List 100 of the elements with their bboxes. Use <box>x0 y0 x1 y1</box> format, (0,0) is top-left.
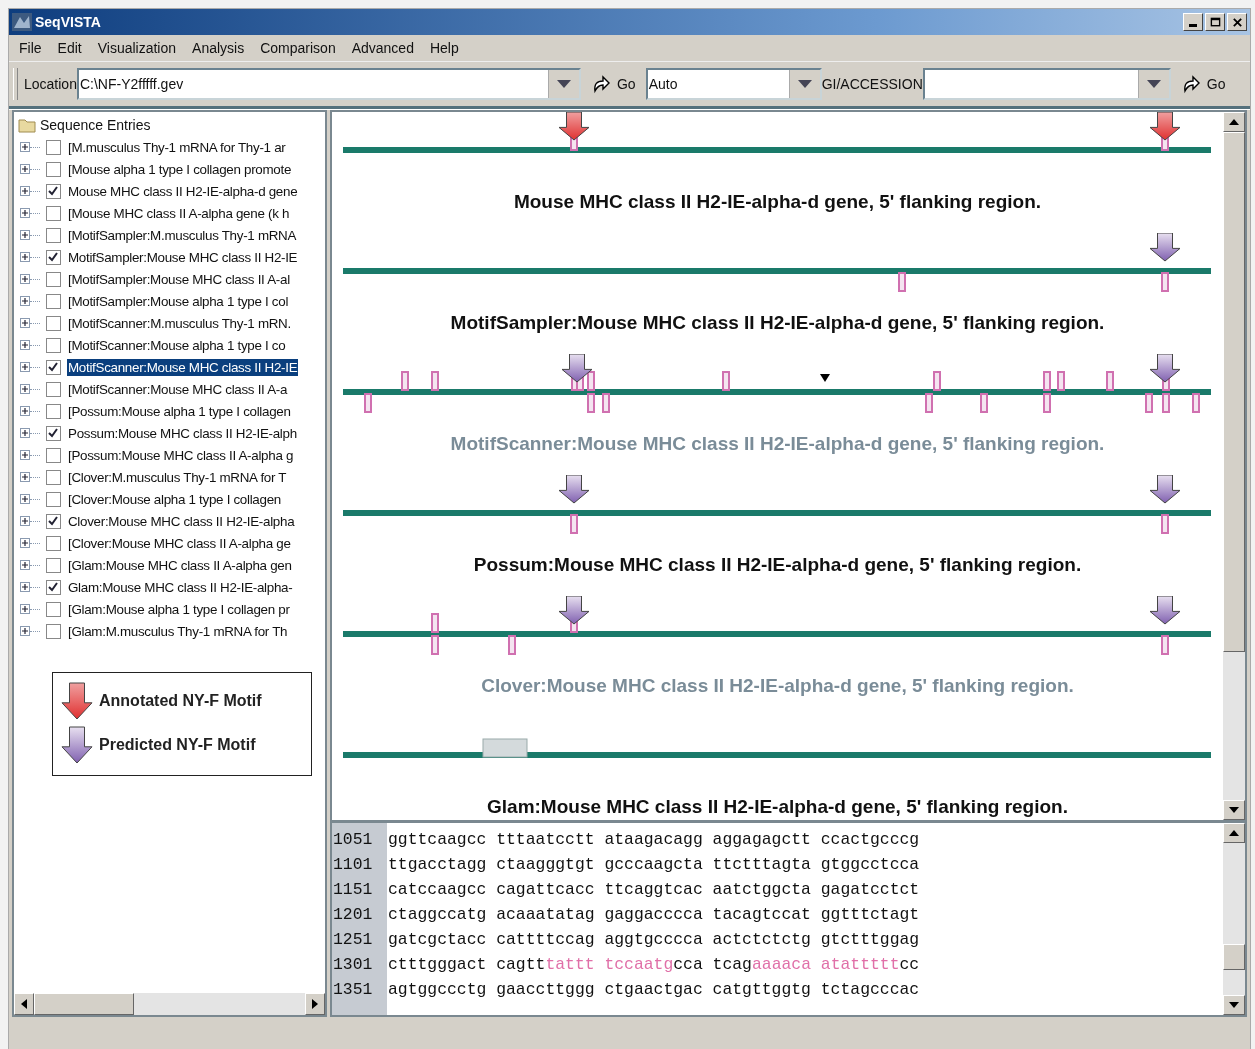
tree-item[interactable]: [Glam:Mouse MHC class II A-alpha gen <box>67 556 293 574</box>
tree-item[interactable]: [MotifSampler:Mouse alpha 1 type I col <box>67 292 290 310</box>
expand-icon[interactable] <box>20 362 30 372</box>
expand-icon[interactable] <box>20 560 30 570</box>
go-button[interactable]: Go <box>1170 68 1236 100</box>
tree-item[interactable]: [Glam:M.musculus Thy-1 mRNA for Th <box>67 622 289 640</box>
expand-icon[interactable] <box>20 186 30 196</box>
checkbox[interactable] <box>46 337 61 353</box>
go-button[interactable]: Go <box>580 68 646 100</box>
dropdown-button[interactable] <box>547 70 579 98</box>
tree-item[interactable]: [MotifScanner:M.musculus Thy-1 mRN. <box>67 314 292 332</box>
menu-item[interactable]: Comparison <box>252 40 344 56</box>
tree-item[interactable]: [Clover:Mouse MHC class II A-alpha ge <box>67 534 292 552</box>
tree-item[interactable]: [MotifScanner:Mouse alpha 1 type I co <box>67 336 287 354</box>
minimize-button[interactable] <box>1183 13 1203 31</box>
menu-item[interactable]: File <box>11 40 50 56</box>
expand-icon[interactable] <box>20 208 30 218</box>
expand-icon[interactable] <box>20 494 30 504</box>
checkbox[interactable] <box>46 425 61 441</box>
checkbox[interactable] <box>46 271 61 287</box>
checkbox[interactable] <box>46 601 61 617</box>
expand-icon[interactable] <box>20 406 30 416</box>
checkbox[interactable] <box>46 535 61 551</box>
tree-item[interactable]: Glam:Mouse MHC class II H2-IE-alpha- <box>67 578 294 596</box>
expand-icon[interactable] <box>20 626 30 636</box>
vertical-scrollbar[interactable] <box>1223 112 1245 820</box>
expand-icon[interactable] <box>20 450 30 460</box>
checkbox[interactable] <box>46 359 61 375</box>
close-button[interactable] <box>1227 13 1247 31</box>
checkbox[interactable] <box>46 315 61 331</box>
scroll-thumb[interactable] <box>1223 943 1245 970</box>
tree-item[interactable]: [Mouse MHC class II A-alpha gene (k h <box>67 204 291 222</box>
checkbox[interactable] <box>46 579 61 595</box>
vertical-scrollbar[interactable] <box>1223 823 1245 1015</box>
scroll-thumb[interactable] <box>1223 132 1245 652</box>
checkbox[interactable] <box>46 249 61 265</box>
line-number: 1301 <box>332 955 374 974</box>
dropdown-button[interactable] <box>1137 70 1169 98</box>
tree-item[interactable]: [Possum:Mouse alpha 1 type I collagen <box>67 402 292 420</box>
menu-item[interactable]: Edit <box>49 40 90 56</box>
tree-item[interactable]: [MotifScanner:Mouse MHC class II A-a <box>67 380 289 398</box>
expand-icon[interactable] <box>20 164 30 174</box>
tree-item[interactable]: [Possum:Mouse MHC class II A-alpha g <box>67 446 295 464</box>
line-number: 1201 <box>332 905 374 924</box>
checkbox[interactable] <box>46 183 61 199</box>
checkbox[interactable] <box>46 227 61 243</box>
tree-item[interactable]: [Clover:Mouse alpha 1 type I collagen <box>67 490 282 508</box>
checkbox[interactable] <box>46 139 61 155</box>
tree-root[interactable]: Sequence Entries <box>40 117 151 133</box>
expand-icon[interactable] <box>20 582 30 592</box>
scroll-thumb[interactable] <box>34 993 134 1015</box>
checkbox[interactable] <box>46 469 61 485</box>
expand-icon[interactable] <box>20 252 30 262</box>
expand-icon[interactable] <box>20 274 30 284</box>
accession-combo[interactable] <box>922 68 1171 100</box>
expand-icon[interactable] <box>20 428 30 438</box>
expand-icon[interactable] <box>20 538 30 548</box>
tree-item[interactable]: [M.musculus Thy-1 mRNA for Thy-1 ar <box>67 138 287 156</box>
tree-item[interactable]: [Glam:Mouse alpha 1 type I collagen pr <box>67 600 291 618</box>
checkbox[interactable] <box>46 447 61 463</box>
tree-item[interactable]: Clover:Mouse MHC class II H2-IE-alpha <box>67 512 296 530</box>
tree-item[interactable]: [Mouse alpha 1 type I collagen promote <box>67 160 293 178</box>
expand-icon[interactable] <box>20 516 30 526</box>
location-combo[interactable]: C:\NF-Y2fffff.gev <box>76 68 581 100</box>
expand-icon[interactable] <box>20 230 30 240</box>
checkbox[interactable] <box>46 513 61 529</box>
tree-item[interactable]: MotifScanner:Mouse MHC class II H2-IE <box>67 358 299 376</box>
menu-item[interactable]: Advanced <box>343 40 422 56</box>
checkbox[interactable] <box>46 623 61 639</box>
tree-item[interactable]: Possum:Mouse MHC class II H2-IE-alph <box>67 424 298 442</box>
checkbox[interactable] <box>46 381 61 397</box>
tree-item[interactable]: MotifSampler:Mouse MHC class II H2-IE <box>67 248 299 266</box>
expand-icon[interactable] <box>20 384 30 394</box>
tree-item[interactable]: Mouse MHC class II H2-IE-alpha-d gene <box>67 182 299 200</box>
tree-item[interactable]: [MotifSampler:M.musculus Thy-1 mRNA <box>67 226 298 244</box>
tree-item[interactable]: [Clover:M.musculus Thy-1 mRNA for T <box>67 468 288 486</box>
checkbox[interactable] <box>46 557 61 573</box>
maximize-button[interactable] <box>1205 13 1225 31</box>
dropdown-button[interactable] <box>788 70 820 98</box>
menu-item[interactable]: Help <box>421 40 467 56</box>
checkbox[interactable] <box>46 293 61 309</box>
mode-combo[interactable]: Auto <box>645 68 822 100</box>
expand-icon[interactable] <box>20 318 30 328</box>
expand-icon[interactable] <box>20 604 30 614</box>
menu-item[interactable]: Visualization <box>89 40 185 56</box>
checkbox[interactable] <box>46 491 61 507</box>
expand-icon[interactable] <box>20 296 30 306</box>
track-title: MotifScanner:Mouse MHC class II H2-IE-alpha-d gene, 5' flanking region. <box>449 432 1106 456</box>
menu-item[interactable]: Analysis <box>184 40 253 56</box>
checkbox[interactable] <box>46 403 61 419</box>
checkbox[interactable] <box>46 161 61 177</box>
minimize-icon <box>1189 24 1197 27</box>
checkbox[interactable] <box>46 205 61 221</box>
horizontal-scrollbar[interactable] <box>14 993 325 1015</box>
expand-icon[interactable] <box>20 340 30 350</box>
right-arrow-icon <box>312 999 318 1009</box>
expand-icon[interactable] <box>20 472 30 482</box>
expand-icon[interactable] <box>20 142 30 152</box>
folder-icon <box>18 117 36 133</box>
tree-item[interactable]: [MotifSampler:Mouse MHC class II A-al <box>67 270 291 288</box>
